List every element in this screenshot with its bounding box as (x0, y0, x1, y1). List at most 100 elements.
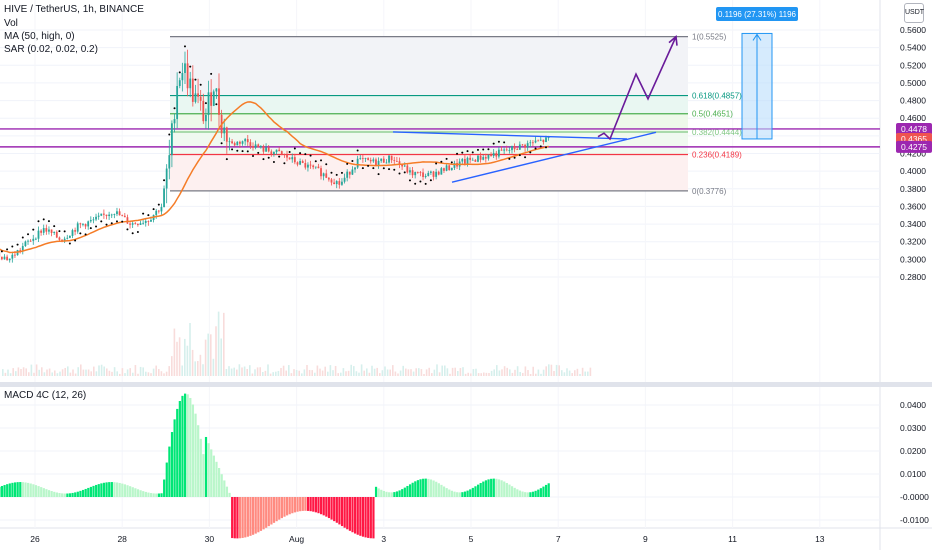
candle-body (3, 256, 6, 260)
candle-body (307, 164, 309, 168)
sar-dot (84, 233, 87, 236)
candle-body (176, 85, 179, 120)
macd-bar (204, 436, 208, 497)
macd-bar (547, 483, 550, 497)
candle-body (205, 114, 207, 122)
candle-body (231, 141, 233, 144)
volume-bar (431, 373, 433, 376)
volume-bar (145, 371, 147, 376)
volume-bar (275, 371, 277, 376)
macd-bar (176, 408, 179, 497)
x-tick-label: 9 (643, 534, 648, 544)
macd-bar (199, 438, 202, 497)
volume-bar (67, 366, 69, 376)
candle-body (461, 159, 464, 162)
volume-bar (48, 368, 51, 376)
candle-body (380, 158, 383, 161)
macd-bar (149, 493, 153, 497)
legend-symbol[interactable]: HIVE / TetherUS, 1h, BINANCE (4, 4, 144, 15)
candle-body (341, 181, 343, 185)
volume-bar (332, 370, 334, 376)
macd-bar (220, 474, 223, 497)
candle-body (241, 141, 244, 144)
macd-bar (437, 483, 440, 497)
macd-bar (544, 484, 548, 497)
x-tick-label: 11 (728, 534, 737, 544)
macd-bar (322, 497, 325, 516)
volume-bar (561, 370, 563, 376)
volume-bar (540, 373, 542, 376)
candle-body (301, 161, 304, 164)
volume-bar (477, 373, 480, 376)
macd-bar (61, 493, 64, 497)
volume-bar (56, 373, 59, 376)
candle-body (126, 217, 129, 224)
macd-bar (484, 480, 488, 497)
volume-bar (46, 369, 48, 376)
volume-bar (438, 372, 441, 376)
candle-body (6, 256, 8, 261)
volume-bar (202, 364, 204, 376)
sar-dot (21, 236, 24, 239)
candle-body (414, 172, 417, 176)
legend-sar[interactable]: SAR (0.02, 0.02, 0.2) (4, 44, 98, 55)
sar-dot (47, 220, 50, 223)
candle-body (87, 221, 90, 227)
volume-bar (225, 369, 228, 376)
sar-dot (194, 78, 197, 81)
macd-bar (456, 492, 459, 497)
sar-dot (393, 168, 396, 171)
volume-bar (436, 364, 438, 376)
macd-bar (288, 497, 291, 515)
candle-body (424, 175, 427, 178)
candle-body (121, 215, 124, 217)
candle-body (495, 152, 498, 157)
volume-bar (129, 368, 131, 376)
macd-bar (508, 484, 511, 497)
candle-body (372, 159, 375, 162)
candle-body (24, 241, 27, 247)
macd-bar (539, 488, 542, 497)
candle-body (518, 144, 521, 150)
fib-level-label: 1(0.5525) (692, 33, 727, 42)
macd-bar (129, 486, 132, 497)
macd-bar (45, 489, 48, 497)
legend-ma[interactable]: MA (50, high, 0) (4, 31, 75, 42)
macd-bar (432, 480, 435, 497)
volume-bar (241, 367, 243, 376)
volume-bar (509, 369, 511, 376)
pane-divider[interactable] (0, 382, 932, 387)
sar-dot (152, 208, 155, 211)
legend-macd[interactable]: MACD 4C (12, 26) (4, 390, 86, 401)
legend-vol[interactable]: Vol (4, 18, 18, 29)
sar-dot (89, 227, 92, 230)
candle-body (29, 240, 32, 242)
volume-bar (124, 373, 126, 376)
macd-bar (435, 481, 438, 497)
candle-body (74, 230, 77, 232)
sar-dot (450, 161, 453, 164)
trading-chart[interactable]: 0.2800 0.3000 0.3200 0.3400 0.3600 0.3800 0.40… (0, 0, 932, 550)
macd-bar (121, 483, 124, 497)
volume-bar (298, 370, 300, 376)
y-tick-label: 0.5400 (900, 43, 926, 53)
volume-bar (139, 366, 142, 376)
candle-body (228, 141, 231, 143)
macd-bar (102, 482, 106, 497)
volume-bar (54, 370, 56, 376)
volume-bar (392, 365, 394, 376)
volume-bar (288, 365, 290, 376)
currency-label[interactable]: USDT (904, 3, 924, 23)
macd-bar (254, 497, 257, 534)
sar-dot (236, 149, 239, 152)
candle-body (254, 144, 257, 148)
volume-bar (197, 361, 199, 376)
sar-dot (163, 179, 166, 182)
volume-bar (184, 338, 186, 376)
candle-body (351, 169, 354, 175)
sar-dot (534, 147, 537, 150)
volume-bar (555, 364, 558, 376)
y-tick-label: 0.3200 (900, 237, 926, 247)
volume-bar (358, 372, 360, 376)
sar-dot (424, 182, 427, 185)
